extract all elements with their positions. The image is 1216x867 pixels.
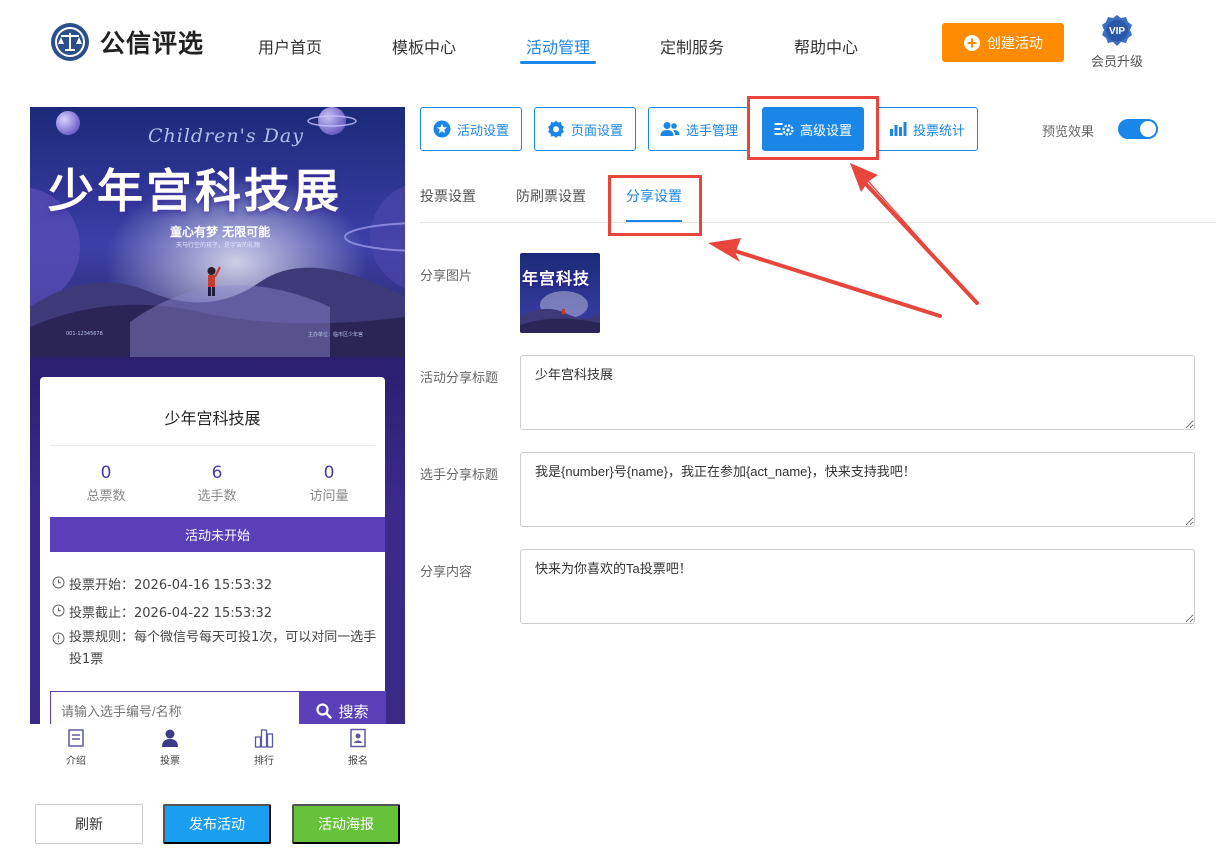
stat-number: 0 xyxy=(323,463,335,483)
refresh-button[interactable]: 刷新 xyxy=(35,804,143,844)
thumbnail-title: 年宫科技 xyxy=(522,269,591,288)
preview-effect-label: 预览效果 xyxy=(1042,125,1095,140)
tab-signup[interactable]: 报名 xyxy=(318,728,398,767)
nav-item-custom-service[interactable]: 定制服务 xyxy=(660,34,724,58)
mobile-preview: Children's Day 少年宫科技展 童心有梦 无限可能 天马行空的孩子，… xyxy=(30,107,405,779)
users-icon xyxy=(660,122,680,136)
phone-tabbar: 介绍 投票 排行 报名 xyxy=(30,724,405,779)
vote-stats-button[interactable]: 投票统计 xyxy=(876,107,978,151)
vip-badge-text: VIP xyxy=(1109,26,1125,37)
vote-start-text: 投票开始：2026-04-16 15:53:32 xyxy=(69,578,273,593)
scales-logo-icon xyxy=(51,23,89,61)
vip-badge-icon: VIP xyxy=(1102,15,1132,46)
brand-name: 公信评选 xyxy=(100,29,205,58)
tab-intro[interactable]: 介绍 xyxy=(36,728,116,767)
create-activity-button[interactable]: 创建活动 xyxy=(942,23,1064,62)
tool-label: 页面设置 xyxy=(570,122,623,138)
banner-organizer: 主办单位：临市区少年宫 xyxy=(308,332,364,338)
share-image-label: 分享图片 xyxy=(420,269,473,284)
tab-vote[interactable]: 投票 xyxy=(130,728,210,767)
nav-active-underline xyxy=(520,61,596,64)
search-button-label: 搜索 xyxy=(338,702,369,721)
share-content-label: 分享内容 xyxy=(420,565,473,580)
highlight-share-settings xyxy=(608,175,702,236)
card-title: 少年宫科技展 xyxy=(164,409,261,428)
activity-banner: Children's Day 少年宫科技展 童心有梦 无限可能 天马行空的孩子，… xyxy=(30,107,405,357)
publish-activity-button[interactable]: 发布活动 xyxy=(163,804,271,844)
document-icon xyxy=(68,729,84,747)
banner-subtitle: 天马行空的孩子，是宇宙的礼物 xyxy=(176,242,261,249)
search-icon xyxy=(316,703,333,719)
subtab-divider xyxy=(420,222,1216,223)
page-root: 公信评选 用户首页 模板中心 活动管理 定制服务 帮助中心 创建活动 VIP 会… xyxy=(0,0,1216,867)
create-activity-label: 创建活动 xyxy=(987,34,1043,51)
phone-body: 少年宫科技展 0 总票数 6 选手数 0 访问量 活动未开始 投票开始：2026… xyxy=(30,357,405,731)
vip-upgrade[interactable]: VIP 会员升级 xyxy=(1086,14,1148,70)
activity-share-title-label: 活动分享标题 xyxy=(420,371,499,386)
nav-item-templates[interactable]: 模板中心 xyxy=(392,34,456,58)
arrow-to-share-icon xyxy=(708,238,940,316)
tab-ranking[interactable]: 排行 xyxy=(224,728,304,767)
player-manage-button[interactable]: 选手管理 xyxy=(648,107,750,151)
gear-icon xyxy=(547,120,564,138)
banner-script-text: Children's Day xyxy=(148,125,304,147)
arrow-to-advanced-icon xyxy=(850,163,977,303)
vote-end-row: 投票截止：2026-04-22 15:53:32 xyxy=(52,602,272,621)
nav-item-home[interactable]: 用户首页 xyxy=(258,34,322,58)
toggle-knob xyxy=(1140,121,1156,137)
stat-players: 6 选手数 xyxy=(162,463,272,504)
player-share-title-input[interactable]: 我是{number}号{name}，我正在参加{act_name}，快来支持我吧… xyxy=(520,452,1195,527)
tab-label: 投票 xyxy=(160,756,180,767)
stat-number: 0 xyxy=(100,463,112,483)
stat-label: 总票数 xyxy=(86,489,126,504)
stat-number: 6 xyxy=(211,463,223,483)
card-divider xyxy=(50,445,375,446)
activity-settings-button[interactable]: 活动设置 xyxy=(420,107,522,151)
tab-label: 介绍 xyxy=(66,756,86,767)
share-content-input[interactable]: 快来为你喜欢的Ta投票吧！ xyxy=(520,549,1195,624)
stat-label: 访问量 xyxy=(309,489,349,504)
share-image-thumbnail[interactable]: 年宫科技 xyxy=(520,253,600,333)
vote-rule-row: 投票规则：每个微信号每天可投1次，可以对同一选手投1票 xyxy=(52,630,379,671)
banner-phone: 001-12345678 xyxy=(66,331,103,337)
ranking-icon xyxy=(254,729,274,748)
status-text: 活动未开始 xyxy=(184,529,250,544)
bar-chart-icon xyxy=(889,122,907,136)
vote-end-text: 投票截止：2026-04-22 15:53:32 xyxy=(69,606,273,621)
activity-card: 少年宫科技展 0 总票数 6 选手数 0 访问量 活动未开始 投票开始：2026… xyxy=(40,377,386,731)
activity-status-bar[interactable]: 活动未开始 xyxy=(50,517,385,552)
star-icon xyxy=(433,120,451,138)
top-nav: 公信评选 用户首页 模板中心 活动管理 定制服务 帮助中心 创建活动 VIP 会… xyxy=(0,0,1216,88)
activity-poster-button[interactable]: 活动海报 xyxy=(292,804,400,844)
id-card-icon xyxy=(350,728,366,748)
stat-total-votes: 0 总票数 xyxy=(51,463,161,504)
banner-slogan: 童心有梦 无限可能 xyxy=(170,225,271,239)
subtab-vote-settings[interactable]: 投票设置 xyxy=(420,186,476,206)
vote-rule-text: 投票规则：每个微信号每天可投1次，可以对同一选手投1票 xyxy=(69,630,377,667)
preview-effect-toggle[interactable] xyxy=(1118,119,1158,139)
highlight-advanced-settings xyxy=(747,96,879,160)
clock-icon xyxy=(52,576,65,589)
stat-label: 选手数 xyxy=(197,489,237,504)
vip-label: 会员升级 xyxy=(1090,55,1143,70)
nav-item-help[interactable]: 帮助中心 xyxy=(794,34,858,58)
nav-item-activity-manage[interactable]: 活动管理 xyxy=(526,34,590,58)
tab-label: 报名 xyxy=(348,756,368,767)
clock-icon xyxy=(52,604,65,617)
tool-label: 投票统计 xyxy=(912,122,965,138)
info-circle-icon xyxy=(52,632,65,645)
tool-label: 选手管理 xyxy=(685,122,738,138)
brand-logo[interactable]: 公信评选 xyxy=(50,22,204,62)
banner-title: 少年宫科技展 xyxy=(48,164,342,218)
stat-visits: 0 访问量 xyxy=(274,463,384,504)
plus-circle-icon xyxy=(964,34,980,51)
player-share-title-label: 选手分享标题 xyxy=(420,468,499,483)
vote-start-row: 投票开始：2026-04-16 15:53:32 xyxy=(52,574,272,593)
page-settings-button[interactable]: 页面设置 xyxy=(534,107,636,151)
subtab-anti-fraud[interactable]: 防刷票设置 xyxy=(516,186,586,206)
activity-share-title-input[interactable]: 少年宫科技展 xyxy=(520,355,1195,430)
tool-label: 活动设置 xyxy=(456,122,509,138)
user-icon xyxy=(162,729,178,747)
tab-label: 排行 xyxy=(254,756,274,767)
